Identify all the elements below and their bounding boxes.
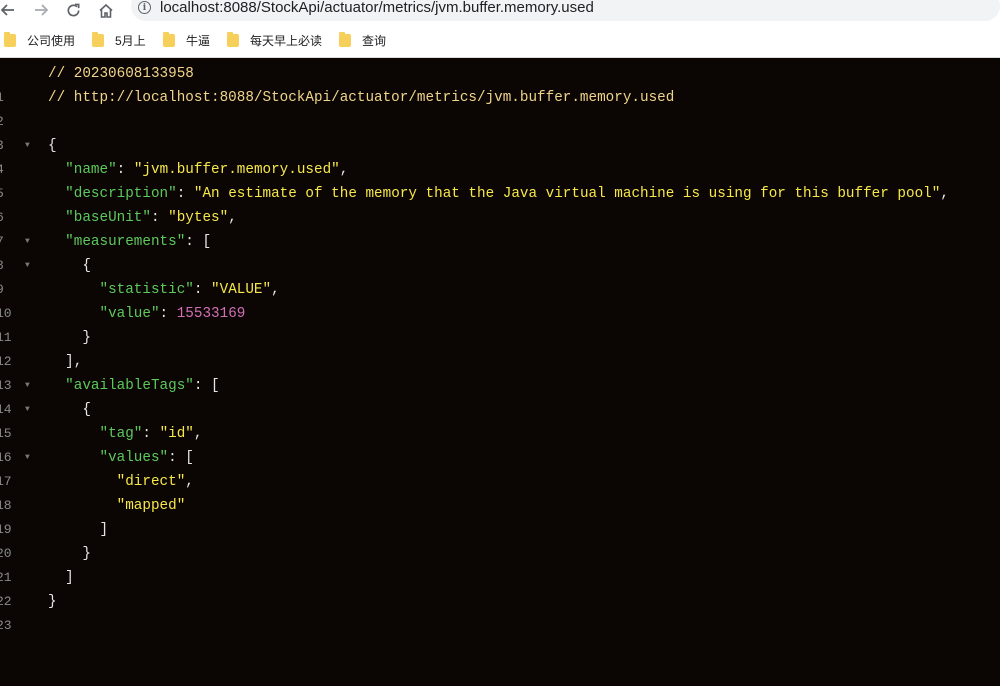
json-key: "measurements": [65, 234, 186, 250]
bookmark-label: 公司使用: [27, 33, 76, 48]
bookmark-item[interactable]: 牛逼: [163, 31, 211, 48]
fold-toggle-icon[interactable]: ▼: [25, 446, 30, 470]
folder-icon: [227, 31, 239, 47]
code-line: 5 "name": "jvm.buffer.memory.used",: [0, 158, 1000, 201]
code-line: 23 }: [0, 590, 1000, 633]
json-key: "tag": [99, 426, 143, 442]
timestamp-comment: // 20230608133958: [48, 66, 194, 82]
json-string-value: "id": [159, 426, 194, 442]
json-string-value: "VALUE": [211, 282, 272, 298]
json-number-value: 15533169: [176, 306, 246, 322]
bookmark-item[interactable]: 每天早上必读: [227, 31, 323, 48]
fold-toggle-icon[interactable]: ▼: [25, 134, 30, 158]
back-arrow-icon[interactable]: [0, 0, 18, 20]
code-line: 22 ]: [0, 566, 1000, 609]
json-key: "name": [65, 162, 117, 178]
folder-icon: [163, 31, 175, 47]
json-key: "baseUnit": [65, 210, 151, 226]
code-line: 3: [0, 110, 1000, 153]
bookmark-label: 每天早上必读: [250, 33, 323, 48]
code-line: 16 "tag": "id",: [0, 422, 1000, 465]
code-line: 13 ],: [0, 350, 1000, 393]
bookmark-label: 查询: [362, 33, 387, 48]
code-line: 10 "statistic": "VALUE",: [0, 278, 1000, 321]
json-key: "values": [99, 450, 169, 466]
code-line: 9 ▼ {: [0, 254, 1000, 297]
browser-toolbar: i localhost:8088/StockApi/actuator/metri…: [0, 0, 1000, 22]
fold-toggle-icon[interactable]: ▼: [25, 230, 30, 254]
home-icon[interactable]: [96, 0, 116, 20]
code-line: 17 ▼ "values": [: [0, 446, 1000, 489]
code-line: 11 "value": 15533169: [0, 302, 1000, 345]
bookmark-item[interactable]: 5月上: [92, 31, 146, 48]
address-bar-url[interactable]: localhost:8088/StockApi/actuator/metrics…: [160, 0, 594, 16]
code-line: 20 ]: [0, 518, 1000, 561]
code-line: 4 ▼ {: [0, 134, 1000, 177]
line-number: 23: [0, 618, 12, 633]
code-line: 15 ▼ {: [0, 398, 1000, 441]
code-line: 21 }: [0, 542, 1000, 585]
bookmark-label: 5月上: [115, 33, 146, 48]
folder-icon: [4, 31, 16, 47]
fold-toggle-icon[interactable]: ▼: [25, 398, 30, 422]
code-line: 6 "description": "An estimate of the mem…: [0, 182, 1000, 225]
bookmark-label: 牛逼: [186, 33, 211, 48]
json-key: "value": [99, 306, 160, 322]
code-line: 8 ▼ "measurements": [: [0, 230, 1000, 273]
json-key: "availableTags": [65, 378, 194, 394]
json-string-value: "direct": [116, 474, 186, 490]
code-line: 12 }: [0, 326, 1000, 369]
json-string-value: "jvm.buffer.memory.used": [133, 162, 340, 178]
fold-toggle-icon[interactable]: ▼: [25, 374, 30, 398]
bookmarks-bar: 公司使用 5月上 牛逼 每天早上必读 查询: [0, 22, 1000, 58]
json-viewer: 1 // 20230608133958 2 // http://localhos…: [0, 62, 1000, 654]
json-key: "description": [65, 186, 177, 202]
fold-toggle-icon[interactable]: ▼: [25, 254, 30, 278]
forward-arrow-icon[interactable]: [31, 0, 51, 20]
json-string-value: "An estimate of the memory that the Java…: [193, 186, 941, 202]
code-line: 18 "direct",: [0, 470, 1000, 513]
code-line: 7 "baseUnit": "bytes",: [0, 206, 1000, 249]
code-line: 14 ▼ "availableTags": [: [0, 374, 1000, 417]
url-comment: // http://localhost:8088/StockApi/actuat…: [48, 90, 675, 106]
json-key: "statistic": [99, 282, 194, 298]
info-circle-icon[interactable]: i: [138, 1, 151, 14]
folder-icon: [339, 31, 351, 47]
reload-icon[interactable]: [63, 0, 83, 20]
folder-icon: [92, 31, 104, 47]
bookmark-item[interactable]: 查询: [339, 31, 387, 48]
bookmark-item[interactable]: 公司使用: [4, 31, 76, 48]
code-line: 1 // 20230608133958: [0, 62, 1000, 105]
code-line: 2 // http://localhost:8088/StockApi/actu…: [0, 86, 1000, 129]
code-line: 19 "mapped": [0, 494, 1000, 537]
json-string-value: "mapped": [116, 498, 186, 514]
json-string-value: "bytes": [168, 210, 229, 226]
